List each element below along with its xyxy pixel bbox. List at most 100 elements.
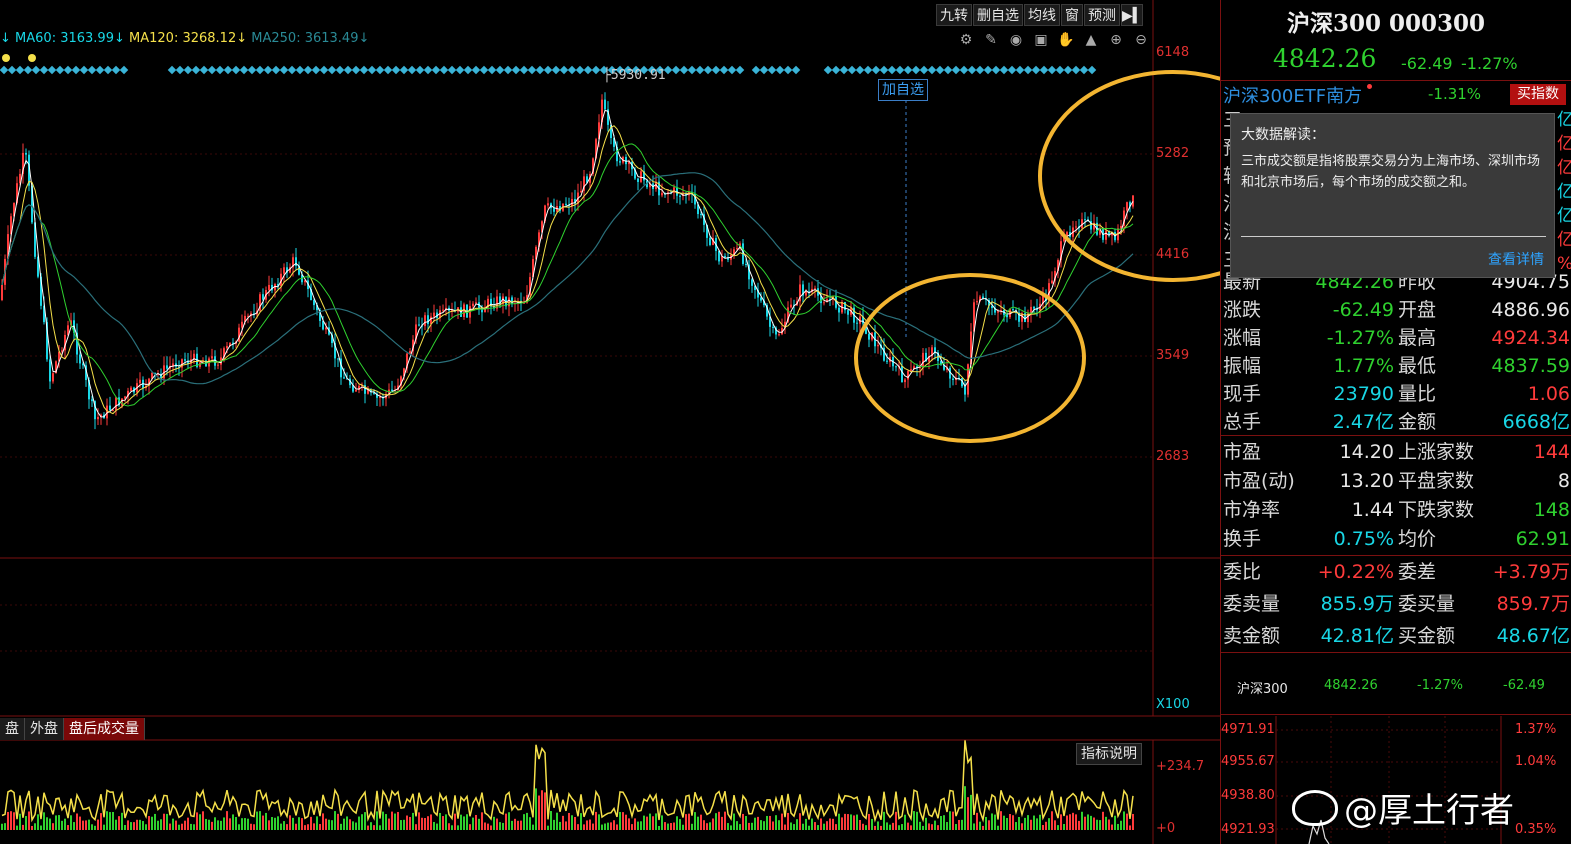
mini-ticker[interactable]: 沪深300 4842.26 -1.27% -62.49 — [1221, 678, 1571, 698]
volume-bar — [880, 825, 882, 830]
volume-bar — [964, 786, 966, 830]
volume-bar — [238, 824, 240, 830]
price-axis-label: 5282 — [1156, 146, 1190, 161]
volume-bar — [178, 824, 180, 830]
signal-diamond — [415, 65, 425, 75]
volume-bar — [1045, 821, 1047, 830]
volume-bar — [1072, 812, 1074, 830]
etf-name-link[interactable]: 沪深300ETF南方 — [1223, 82, 1362, 108]
volume-bar — [205, 818, 207, 830]
volume-bar — [274, 817, 276, 830]
volume-bar — [358, 816, 360, 830]
volume-bar — [583, 824, 585, 830]
intraday-axis-left: 4938.80 — [1221, 788, 1275, 803]
toolbar-window[interactable]: 窗 — [1061, 4, 1083, 26]
volume-bar — [91, 824, 93, 830]
volume-bar — [268, 820, 270, 830]
stat-label: 均价 — [1398, 528, 1437, 550]
volume-bar — [100, 813, 102, 830]
candle-body — [679, 195, 681, 197]
volume-bar — [622, 812, 624, 830]
toolbar-nine-turn[interactable]: 九转 — [936, 4, 972, 26]
volume-bar — [841, 817, 843, 830]
box-icon[interactable]: ▣ — [1031, 30, 1051, 50]
candle-body — [1126, 202, 1128, 211]
collapse-right-icon[interactable]: ▶▍ — [1121, 4, 1144, 26]
volume-bar — [280, 823, 282, 830]
toolbar-forecast[interactable]: 预测 — [1084, 4, 1120, 26]
volume-bar — [199, 814, 201, 830]
signal-diamond — [527, 65, 537, 75]
stat-label: 换手 — [1223, 528, 1262, 550]
signal-dot — [2, 54, 10, 62]
volume-bar — [397, 811, 399, 830]
stat-label: 上涨家数 — [1398, 441, 1475, 463]
signal-diamond — [911, 65, 921, 75]
order-value: +0.22% — [1317, 561, 1394, 583]
signal-diamond — [215, 65, 225, 75]
volume-bar — [1102, 811, 1104, 830]
toolbar-ma[interactable]: 均线 — [1024, 4, 1060, 26]
intraday-axis-right: 1.04% — [1515, 754, 1557, 769]
buy-index-button[interactable]: 买指数 — [1510, 84, 1566, 105]
settings-icon[interactable]: ⚙ — [956, 30, 976, 50]
zoom-in-icon[interactable]: ⊕ — [1106, 30, 1126, 50]
volume-bar — [331, 820, 333, 830]
volume-bar — [511, 820, 513, 830]
volume-bar — [826, 821, 828, 830]
tab-after-hours-volume[interactable]: 盘后成交量 — [64, 718, 145, 740]
volume-bar — [1108, 819, 1110, 830]
volume-bar — [544, 792, 546, 830]
tab-outer-disk[interactable]: 外盘 — [25, 718, 64, 740]
candle-body — [211, 356, 213, 359]
order-label: 委比 — [1223, 561, 1262, 583]
eye-icon[interactable]: ◉ — [1006, 30, 1026, 50]
chart-tool-icons: ⚙ ✎ ◉ ▣ ✋ ▲ ⊕ ⊖ — [956, 30, 1151, 50]
candle-body — [409, 351, 411, 354]
signal-diamond — [55, 65, 65, 75]
zoom-out-icon[interactable]: ⊖ — [1131, 30, 1151, 50]
volume-bar — [271, 817, 273, 830]
lock-icon[interactable]: ▲ — [1081, 30, 1101, 50]
signal-diamond — [335, 65, 345, 75]
volume-bar — [652, 816, 654, 830]
volume-bar — [1006, 817, 1008, 830]
signal-diamond — [671, 65, 681, 75]
volume-bar — [493, 816, 495, 830]
hand-icon[interactable]: ✋ — [1056, 30, 1076, 50]
candle-body — [709, 237, 711, 245]
volume-bar — [259, 811, 261, 830]
volume-bar — [106, 811, 108, 830]
signal-diamond — [863, 65, 873, 75]
signal-diamond — [775, 65, 785, 75]
indicator-explain-button[interactable]: 指标说明 — [1076, 743, 1142, 765]
volume-bar — [688, 813, 690, 830]
signal-diamond — [0, 65, 9, 75]
pen-icon[interactable]: ✎ — [981, 30, 1001, 50]
volume-bar — [313, 823, 315, 830]
volume-bar — [976, 812, 978, 830]
toolbar-remove-watch[interactable]: 删自选 — [973, 4, 1023, 26]
volume-bar — [928, 823, 930, 830]
volume-bar — [139, 819, 141, 830]
signal-diamond — [991, 65, 1001, 75]
volume-bar — [940, 815, 942, 830]
kline-chart[interactable] — [0, 0, 1220, 844]
volume-bar — [640, 821, 642, 830]
candle-body — [661, 192, 663, 196]
volume-bar — [1057, 825, 1059, 830]
candle-body — [424, 315, 426, 327]
candle-body — [772, 326, 774, 328]
volume-bar — [784, 824, 786, 830]
add-watch-button[interactable]: 加自选 — [878, 79, 928, 101]
tab-inner-disk[interactable]: 盘 — [0, 718, 25, 740]
volume-bar — [1129, 825, 1131, 830]
volume-bar — [679, 819, 681, 830]
volume-bar — [691, 823, 693, 830]
volume-bar — [82, 820, 84, 830]
etf-dot — [1367, 84, 1372, 89]
signal-diamond — [287, 65, 297, 75]
volume-bar — [577, 824, 579, 830]
tooltip-details-link[interactable]: 查看详情 — [1488, 249, 1544, 269]
signal-diamond — [327, 65, 337, 75]
